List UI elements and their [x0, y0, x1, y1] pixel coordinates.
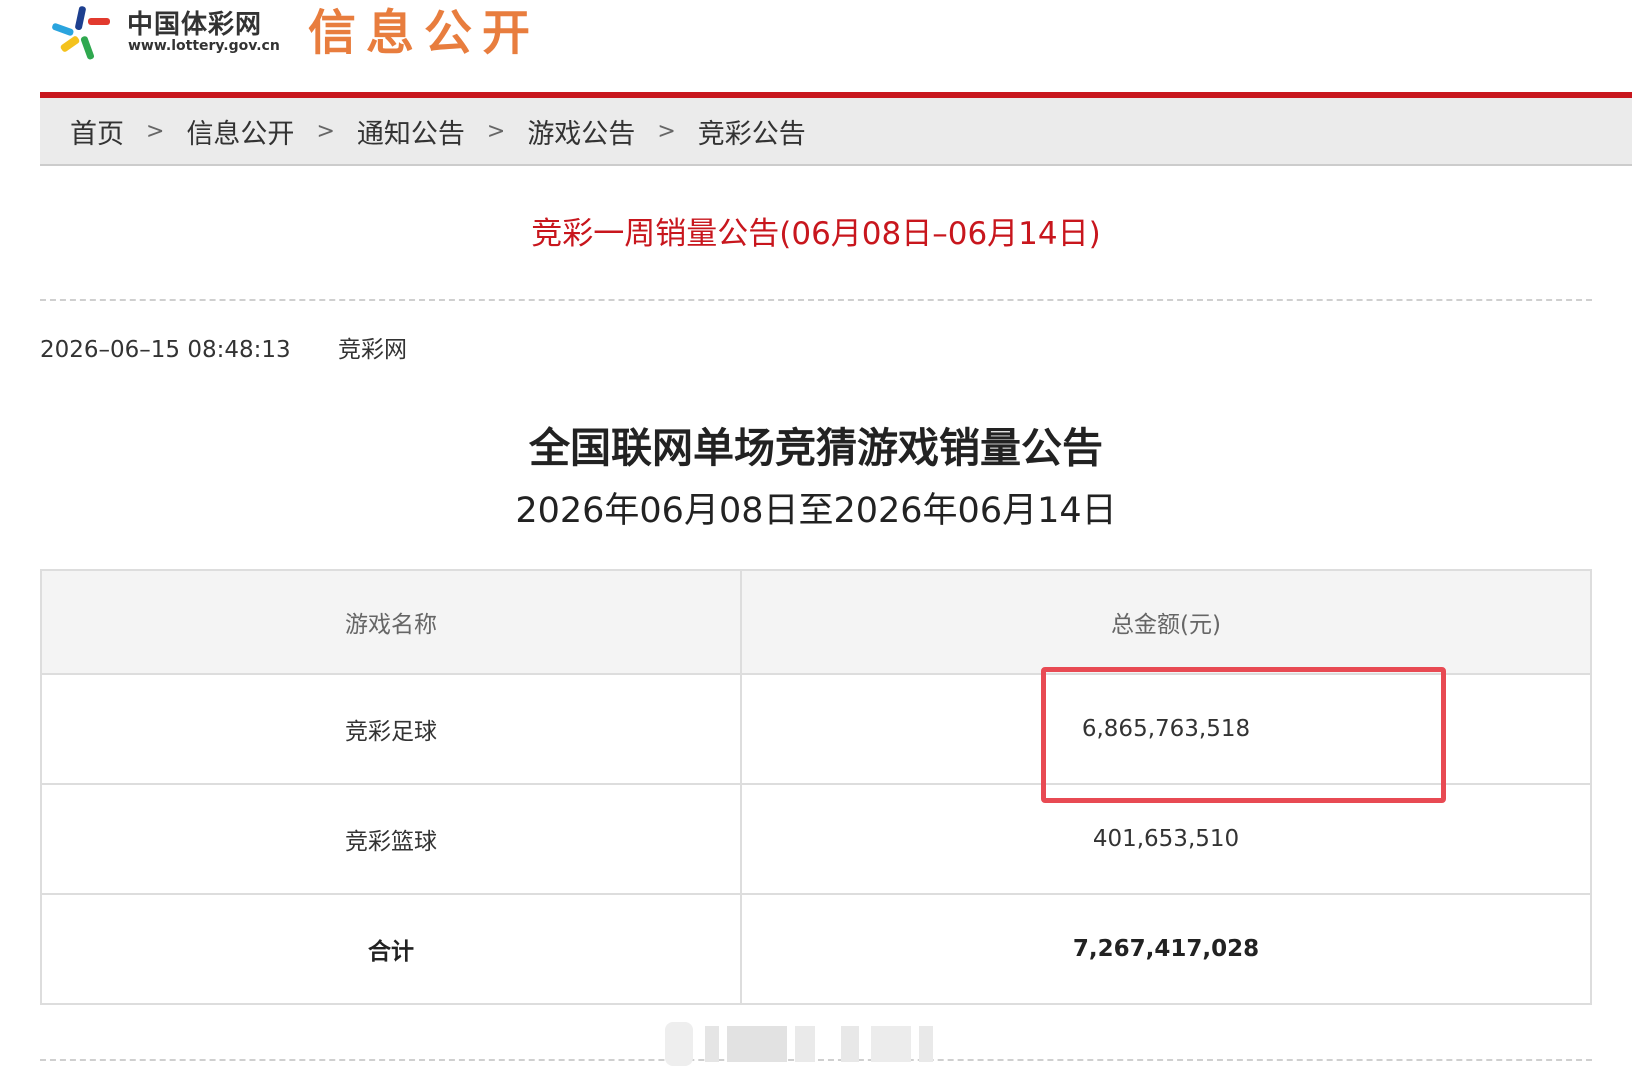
game-name-cell: 竞彩篮球 [40, 783, 742, 895]
breadcrumb-notices[interactable]: 通知公告 [357, 112, 465, 151]
total-amount-cell: 7,267,417,028 [740, 893, 1592, 1005]
breadcrumb-separator: > [316, 118, 335, 144]
breadcrumb-game-notices[interactable]: 游戏公告 [527, 112, 635, 151]
breadcrumb-separator: > [146, 118, 165, 144]
highlight-annotation-box [1041, 667, 1446, 803]
blurred-watermark [665, 1022, 933, 1066]
column-header-total-amount: 总金额(元) [740, 569, 1592, 675]
breadcrumb-info-disclosure[interactable]: 信息公开 [186, 112, 294, 151]
article-source: 竞彩网 [338, 337, 407, 363]
divider [40, 299, 1592, 301]
announcement-heading: 全国联网单场竞猜游戏销量公告 [529, 424, 1103, 472]
article-title: 竞彩一周销量公告(06月08日–06月14日) [531, 216, 1101, 252]
table-header-row: 游戏名称 总金额(元) [40, 569, 1592, 675]
breadcrumb-separator: > [657, 118, 676, 144]
table-total-row: 合计 7,267,417,028 [40, 893, 1592, 1005]
section-title: 信息公开 [308, 5, 541, 61]
article-meta: 2026–06–15 08:48:13 竞彩网 [40, 330, 407, 364]
logo-url[interactable]: www.lottery.gov.cn [128, 38, 280, 54]
breadcrumb-jingcai-notices[interactable]: 竞彩公告 [698, 112, 806, 151]
total-label-cell: 合计 [40, 893, 742, 1005]
breadcrumb-separator: > [486, 118, 506, 144]
column-header-game-name: 游戏名称 [40, 569, 742, 675]
logo-text[interactable]: 中国体彩网 [127, 4, 262, 41]
breadcrumb-home[interactable]: 首页 [70, 112, 124, 151]
publish-datetime: 2026–06–15 08:48:13 [40, 337, 291, 363]
announcement-date-range: 2026年06月08日至2026年06月14日 [515, 491, 1117, 531]
site-header: 中国体彩网 www.lottery.gov.cn 信息公开 [0, 0, 1632, 98]
game-name-cell: 竞彩足球 [40, 673, 742, 785]
lottery-logo-icon[interactable] [50, 4, 114, 64]
breadcrumb: 首页 > 信息公开 > 通知公告 > 游戏公告 > 竞彩公告 [40, 98, 1632, 166]
